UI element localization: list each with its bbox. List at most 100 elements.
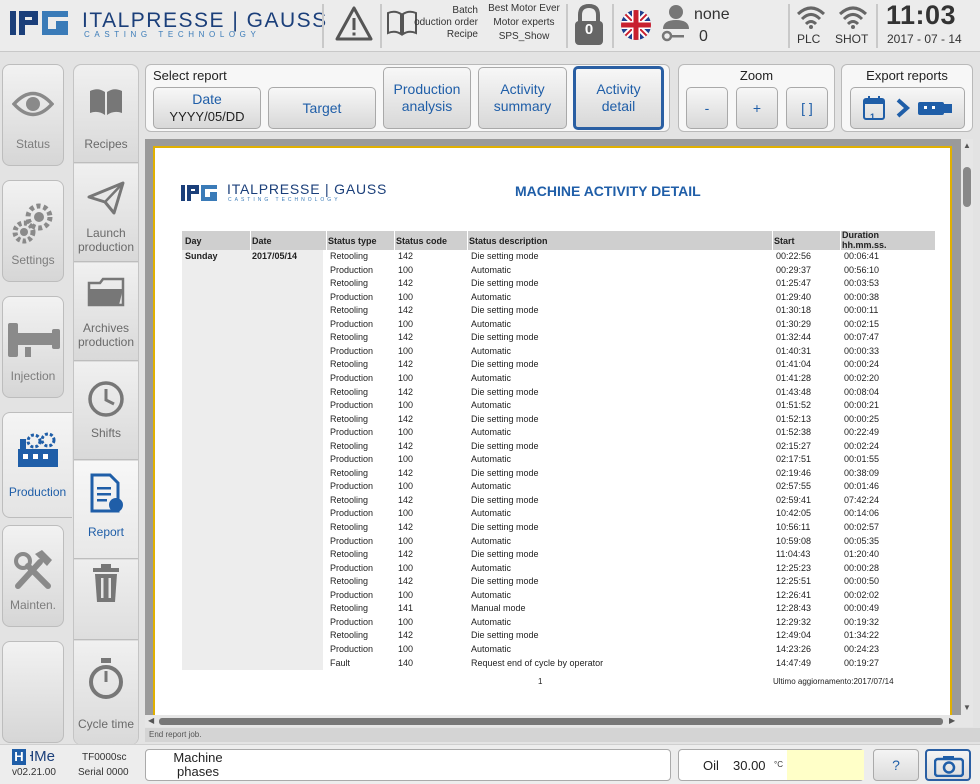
row-start: 01:51:52	[776, 400, 812, 411]
batch-value: Best Motor Ever	[488, 3, 560, 14]
date-button[interactable]: Date YYYY/05/DD	[153, 87, 261, 129]
row-status-code: 100	[398, 508, 414, 519]
row-status-code: 140	[398, 657, 414, 668]
row-duration: 00:14:06	[844, 508, 880, 519]
row-status-description: Die setting mode	[471, 494, 539, 505]
row-start: 11:04:43	[776, 549, 811, 560]
activity-summary-button[interactable]: Activity summary	[478, 67, 567, 129]
nav-mainten-label: Mainten.	[9, 598, 57, 612]
col-status-type: Status type	[328, 236, 377, 246]
user-icon[interactable]	[660, 3, 690, 45]
row-status-type: Retooling	[330, 467, 369, 478]
nav-status[interactable]: Status	[2, 64, 64, 166]
row-start: 10:59:08	[776, 535, 812, 546]
row-status-description: Manual mode	[471, 603, 526, 614]
production-order-label: Production order	[414, 17, 478, 28]
vertical-scroll-thumb[interactable]	[963, 167, 971, 207]
nav-archives-production-label: Archives production	[77, 321, 135, 349]
row-start: 12:29:32	[776, 616, 812, 627]
row-duration: 00:56:10	[844, 264, 880, 275]
production-analysis-button[interactable]: Production analysis	[383, 67, 471, 129]
zoom-in-button[interactable]: +	[736, 87, 778, 129]
nav-mainten[interactable]: Mainten.	[2, 525, 64, 627]
nav-production[interactable]: Production	[2, 412, 72, 518]
row-status-description: Automatic	[471, 508, 512, 519]
row-status-code: 100	[398, 427, 414, 438]
row-duration: 00:01:46	[844, 481, 880, 492]
row-status-type: Retooling	[330, 359, 369, 370]
row-status-code: 142	[398, 278, 414, 289]
oil-unit: °C	[774, 760, 783, 769]
nav-empty-slot	[2, 641, 64, 743]
row-status-description: Automatic	[471, 264, 512, 275]
col-date: Date	[252, 236, 272, 246]
row-status-description: Die setting mode	[471, 576, 539, 587]
scroll-down-arrow-icon[interactable]: ▼	[963, 703, 971, 712]
help-button[interactable]: ?	[873, 749, 919, 781]
report-brand-subtitle: CASTING TECHNOLOGY	[228, 197, 341, 203]
scroll-right-arrow-icon[interactable]: ▶	[949, 716, 955, 725]
row-start: 01:41:28	[776, 372, 812, 383]
scroll-left-arrow-icon[interactable]: ◀	[148, 716, 154, 725]
col-start: Start	[774, 236, 795, 246]
row-status-type: Production	[330, 318, 374, 329]
row-status-description: Die setting mode	[471, 630, 539, 641]
warning-icon[interactable]	[334, 5, 374, 43]
nav-archives-production[interactable]: Archives production	[74, 263, 138, 361]
row-status-code: 142	[398, 386, 414, 397]
row-start: 12:49:04	[776, 630, 812, 641]
machine-phases-box[interactable]: Machine phases	[145, 749, 671, 781]
row-status-type: Production	[330, 427, 374, 438]
row-duration: 00:00:11	[844, 305, 879, 316]
nav-injection[interactable]: Injection	[2, 296, 64, 398]
row-duration: 00:02:57	[844, 522, 880, 532]
nav-settings[interactable]: Settings	[2, 180, 64, 282]
horizontal-scroll-thumb[interactable]	[159, 718, 943, 725]
target-button[interactable]: Target	[268, 87, 376, 129]
row-status-code: 100	[398, 291, 414, 302]
screenshot-button[interactable]	[925, 749, 971, 781]
nav-recipes[interactable]: Recipes	[74, 65, 138, 163]
row-status-type: Production	[330, 616, 374, 627]
nav-cycle-time[interactable]: Cycle time	[74, 641, 138, 745]
row-status-description: Automatic	[471, 481, 512, 492]
uk-flag-icon[interactable]	[620, 9, 652, 41]
horizontal-scrollbar[interactable]: ◀ ▶	[145, 715, 961, 727]
row-duration: 00:00:49	[844, 603, 880, 614]
user-count: 0	[699, 28, 708, 45]
calendar-to-usb-icon	[862, 96, 952, 120]
hme-brand-text: HMe	[30, 748, 55, 765]
export-usb-button[interactable]: 1	[850, 87, 965, 129]
row-duration: 00:08:04	[844, 386, 880, 397]
nav-launch-production[interactable]: Launch production	[74, 164, 138, 262]
production-analysis-label: Production analysis	[393, 81, 461, 114]
nav-delete[interactable]	[74, 560, 138, 640]
row-status-type: Production	[330, 508, 374, 519]
row-status-type: Production	[330, 372, 374, 383]
row-status-type: Retooling	[330, 251, 369, 261]
zoom-out-button[interactable]: -	[686, 87, 728, 129]
row-status-type: Production	[330, 535, 374, 546]
row-start: 10:56:11	[776, 522, 811, 532]
row-duration: 00:19:32	[844, 616, 880, 627]
row-duration: 00:02:24	[844, 440, 880, 451]
production-subnav: Recipes Launch production Archives produ…	[73, 64, 139, 745]
row-status-code: 100	[398, 345, 414, 356]
row-duration: 00:00:50	[844, 576, 880, 587]
nav-report[interactable]: Report	[74, 461, 138, 559]
company-logo: ITALPRESSE | GAUSS CASTING TECHNOLOGY	[10, 9, 326, 39]
zoom-fit-label: [ ]	[801, 99, 813, 116]
scroll-up-arrow-icon[interactable]: ▲	[963, 141, 971, 150]
row-duration: 00:02:15	[844, 318, 880, 329]
zoom-fit-button[interactable]: [ ]	[786, 87, 828, 129]
row-status-type: Retooling	[330, 630, 369, 641]
row-status-type: Retooling	[330, 278, 369, 289]
report-table-header: Day Date Status type Status code Status …	[182, 230, 935, 250]
row-status-type: Retooling	[330, 413, 369, 424]
activity-detail-button[interactable]: Activity detail	[573, 66, 664, 130]
nav-shifts[interactable]: Shifts	[74, 362, 138, 460]
stopwatch-icon	[89, 658, 123, 699]
vertical-scrollbar[interactable]: ▲ ▼	[961, 139, 973, 727]
nav-injection-label: Injection	[10, 369, 56, 383]
row-status-code: 142	[398, 467, 414, 478]
